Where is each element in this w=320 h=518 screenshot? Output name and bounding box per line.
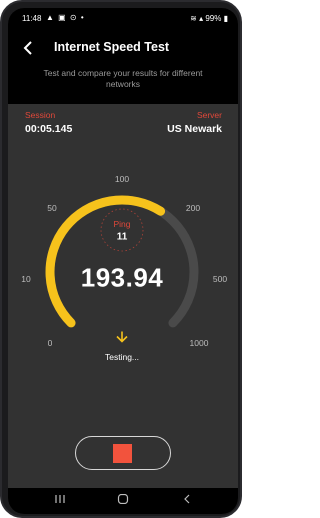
- home-icon[interactable]: [117, 493, 129, 507]
- scale-label-50: 50: [47, 203, 57, 213]
- scale-label-1000: 1000: [189, 338, 209, 348]
- scale-label-0: 0: [47, 338, 53, 348]
- scale-label-200: 200: [185, 203, 201, 213]
- ping-value: 11: [116, 231, 128, 243]
- scale-label-500: 500: [212, 274, 228, 284]
- scale-label-100: 100: [114, 174, 130, 184]
- speed-gauge: [45, 195, 199, 328]
- download-arrow-icon: [115, 331, 129, 348]
- test-status: Testing...: [104, 352, 140, 362]
- back-icon[interactable]: [181, 494, 193, 507]
- stop-icon: [113, 444, 132, 463]
- device-frame: 11:48 ▲ ▣ ⊙ • ≋ ▴ 99% ▮ Internet Speed T…: [0, 0, 242, 518]
- ping-label: Ping: [113, 219, 131, 229]
- system-nav-bar: [8, 488, 238, 514]
- recents-icon[interactable]: [54, 494, 66, 507]
- gauge-progress: [45, 195, 166, 328]
- screen: 11:48 ▲ ▣ ⊙ • ≋ ▴ 99% ▮ Internet Speed T…: [8, 8, 238, 514]
- stop-test-button[interactable]: [75, 436, 171, 470]
- ping-circle: [100, 208, 144, 252]
- speed-value: 193.94: [80, 262, 164, 293]
- scale-label-10: 10: [21, 274, 31, 284]
